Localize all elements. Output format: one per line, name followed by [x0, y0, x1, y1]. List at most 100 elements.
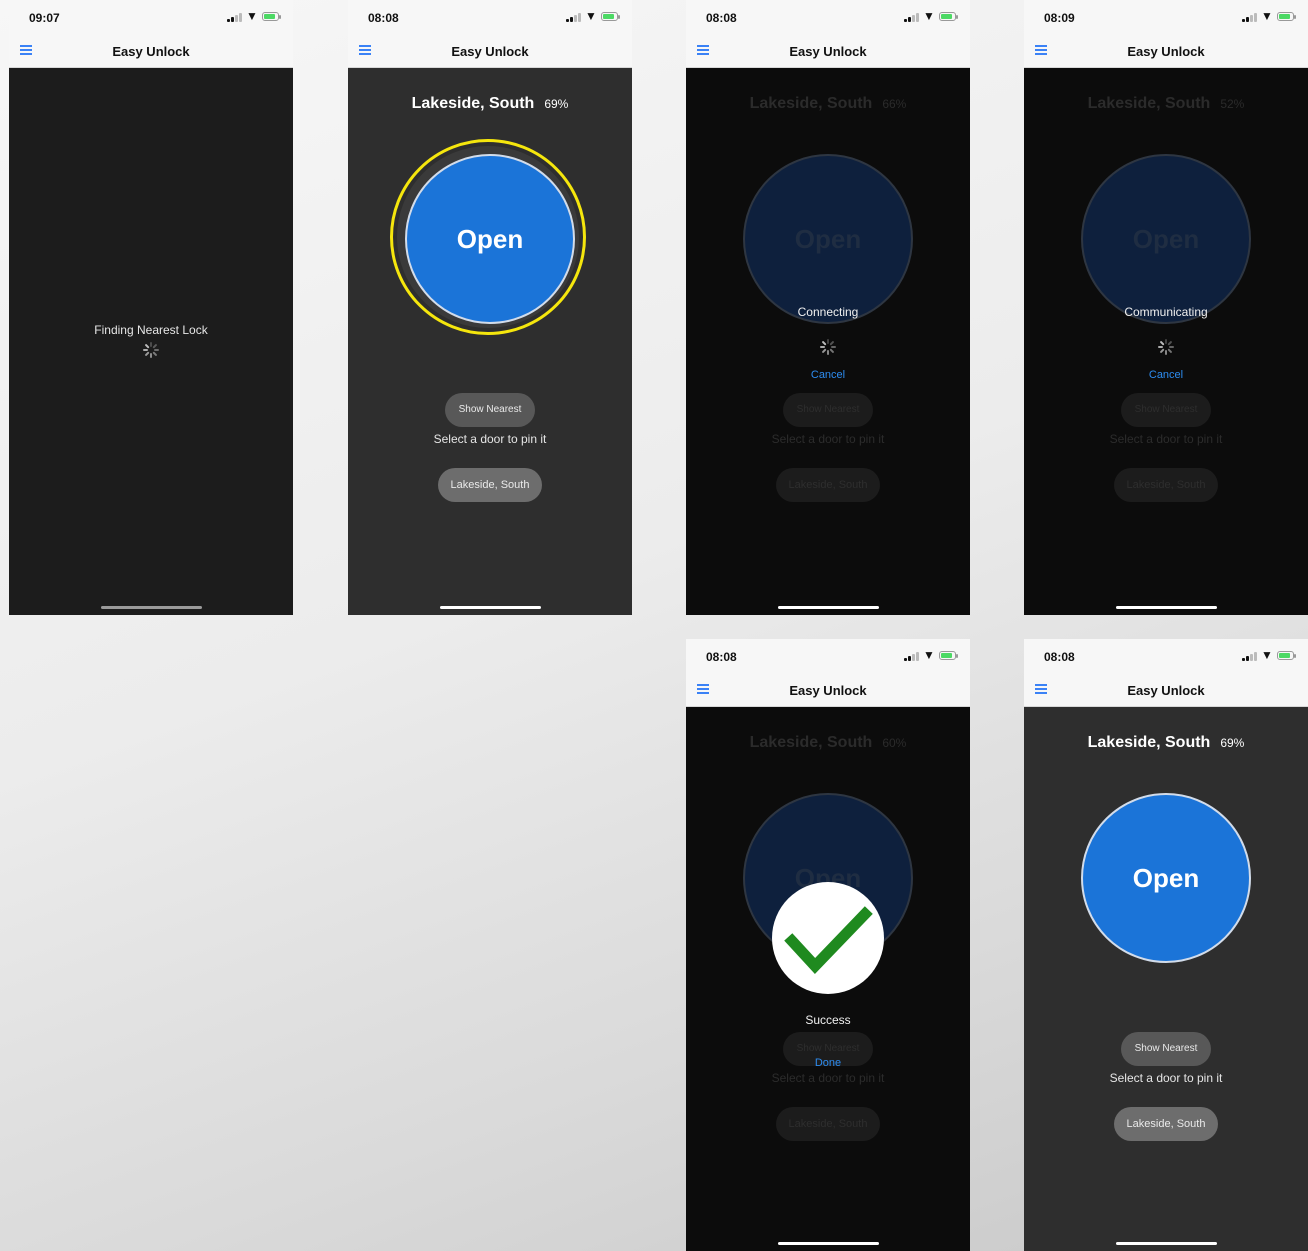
- location-header: Lakeside, South 69%: [1024, 734, 1308, 752]
- success-check-icon: [772, 882, 884, 994]
- cancel-button[interactable]: Cancel: [686, 369, 970, 381]
- select-door-text: Select a door to pin it: [771, 432, 885, 446]
- location-header: Lakeside, South 60%: [686, 734, 970, 752]
- signal-icon: [904, 652, 920, 661]
- status-icons: ▼: [566, 9, 622, 23]
- finding-status-text: Finding Nearest Lock: [94, 323, 208, 337]
- status-icons: ▼: [1242, 648, 1298, 662]
- location-name: Lakeside, South: [749, 95, 873, 112]
- status-bar: 08:08 ▼: [348, 0, 632, 36]
- status-bar: 08:08 ▼: [686, 639, 970, 675]
- door-button: Lakeside, South: [1114, 468, 1218, 502]
- location-name: Lakeside, South: [411, 95, 535, 112]
- wifi-icon: ▼: [1261, 648, 1273, 662]
- status-time: 09:07: [29, 11, 60, 25]
- signal-icon: [1242, 13, 1258, 22]
- status-bar: 09:07 ▼: [9, 0, 293, 36]
- main-content: Lakeside, South 66% Open Connecting Cance…: [686, 68, 970, 615]
- connection-status-text: Communicating: [1124, 305, 1208, 319]
- home-indicator[interactable]: [1116, 1242, 1217, 1245]
- phone-screen-connecting: 08:08 ▼ Easy Unlock Lakeside, South 66% O…: [686, 0, 970, 615]
- home-indicator[interactable]: [778, 606, 879, 609]
- battery-icon: [262, 12, 281, 21]
- status-icons: ▼: [904, 648, 960, 662]
- status-time: 08:08: [368, 11, 399, 25]
- signal-icon: [904, 13, 920, 22]
- show-nearest-button: Show Nearest: [783, 393, 873, 427]
- show-nearest-button[interactable]: Show Nearest: [1121, 1032, 1211, 1066]
- wifi-icon: ▼: [923, 648, 935, 662]
- main-content: Lakeside, South 69% Open Show Nearest Sel…: [1024, 707, 1308, 1251]
- battery-icon: [939, 651, 958, 660]
- done-button[interactable]: Done: [686, 1057, 970, 1069]
- signal-percent: 69%: [1220, 736, 1245, 750]
- status-icons: ▼: [1242, 9, 1298, 23]
- wifi-icon: ▼: [1261, 9, 1273, 23]
- status-time: 08:08: [706, 650, 737, 664]
- loading-spinner-icon: [143, 342, 159, 358]
- loading-spinner-icon: [820, 339, 836, 355]
- nav-bar: Easy Unlock: [686, 36, 970, 68]
- select-door-text: Select a door to pin it: [433, 432, 547, 446]
- door-button: Lakeside, South: [776, 468, 880, 502]
- home-indicator[interactable]: [101, 606, 202, 609]
- door-button[interactable]: Lakeside, South: [438, 468, 542, 502]
- location-name: Lakeside, South: [1087, 734, 1211, 751]
- phone-screen-ready: 08:08 ▼ Easy Unlock Lakeside, South 69% O…: [1024, 639, 1308, 1251]
- nav-title: Easy Unlock: [451, 44, 529, 59]
- main-content: Lakeside, South 52% Open Communicating Ca…: [1024, 68, 1308, 615]
- nav-title: Easy Unlock: [1127, 44, 1205, 59]
- nav-bar: Easy Unlock: [686, 675, 970, 707]
- home-indicator[interactable]: [778, 1242, 879, 1245]
- status-bar: 08:08 ▼: [686, 0, 970, 36]
- signal-percent: 66%: [882, 97, 907, 111]
- status-icons: ▼: [904, 9, 960, 23]
- location-name: Lakeside, South: [749, 734, 873, 751]
- door-button: Lakeside, South: [776, 1107, 880, 1141]
- battery-icon: [939, 12, 958, 21]
- location-name: Lakeside, South: [1087, 95, 1211, 112]
- wifi-icon: ▼: [923, 9, 935, 23]
- signal-percent: 60%: [882, 736, 907, 750]
- wifi-icon: ▼: [585, 9, 597, 23]
- connection-status-text: Connecting: [797, 305, 859, 319]
- open-button: Open: [1081, 154, 1251, 324]
- status-bar: 08:09 ▼: [1024, 0, 1308, 36]
- select-door-text: Select a door to pin it: [1109, 432, 1223, 446]
- location-header: Lakeside, South 66%: [686, 95, 970, 113]
- battery-icon: [1277, 651, 1296, 660]
- phone-screen-finding: 09:07 ▼ Easy Unlock Finding Nearest Lock: [9, 0, 293, 615]
- battery-icon: [1277, 12, 1296, 21]
- home-indicator[interactable]: [440, 606, 541, 609]
- loading-spinner-icon: [1158, 339, 1174, 355]
- nav-bar: Easy Unlock: [1024, 36, 1308, 68]
- success-status-text: Success: [805, 1013, 851, 1027]
- phone-screen-success: 08:08 ▼ Easy Unlock Lakeside, South 60% O…: [686, 639, 970, 1251]
- open-button[interactable]: Open: [1081, 793, 1251, 963]
- cancel-button[interactable]: Cancel: [1024, 369, 1308, 381]
- select-door-text: Select a door to pin it: [1109, 1071, 1223, 1085]
- nav-title: Easy Unlock: [112, 44, 190, 59]
- main-content: Lakeside, South 69% Open Show Nearest Sel…: [348, 68, 632, 615]
- main-content: Lakeside, South 60% Open Show Nearest Sel…: [686, 707, 970, 1251]
- nav-bar: Easy Unlock: [1024, 675, 1308, 707]
- signal-icon: [227, 13, 243, 22]
- select-door-text: Select a door to pin it: [771, 1071, 885, 1085]
- location-header: Lakeside, South 52%: [1024, 95, 1308, 113]
- wifi-icon: ▼: [246, 9, 258, 23]
- main-content: Finding Nearest Lock: [9, 68, 293, 615]
- status-time: 08:09: [1044, 11, 1075, 25]
- phone-screen-ready-highlight: 08:08 ▼ Easy Unlock Lakeside, South 69% O…: [348, 0, 632, 615]
- nav-bar: Easy Unlock: [348, 36, 632, 68]
- signal-percent: 52%: [1220, 97, 1245, 111]
- show-nearest-button[interactable]: Show Nearest: [445, 393, 535, 427]
- battery-icon: [601, 12, 620, 21]
- nav-bar: Easy Unlock: [9, 36, 293, 68]
- status-time: 08:08: [1044, 650, 1075, 664]
- open-button[interactable]: Open: [405, 154, 575, 324]
- door-button[interactable]: Lakeside, South: [1114, 1107, 1218, 1141]
- status-icons: ▼: [227, 9, 283, 23]
- home-indicator[interactable]: [1116, 606, 1217, 609]
- signal-percent: 69%: [544, 97, 569, 111]
- signal-icon: [1242, 652, 1258, 661]
